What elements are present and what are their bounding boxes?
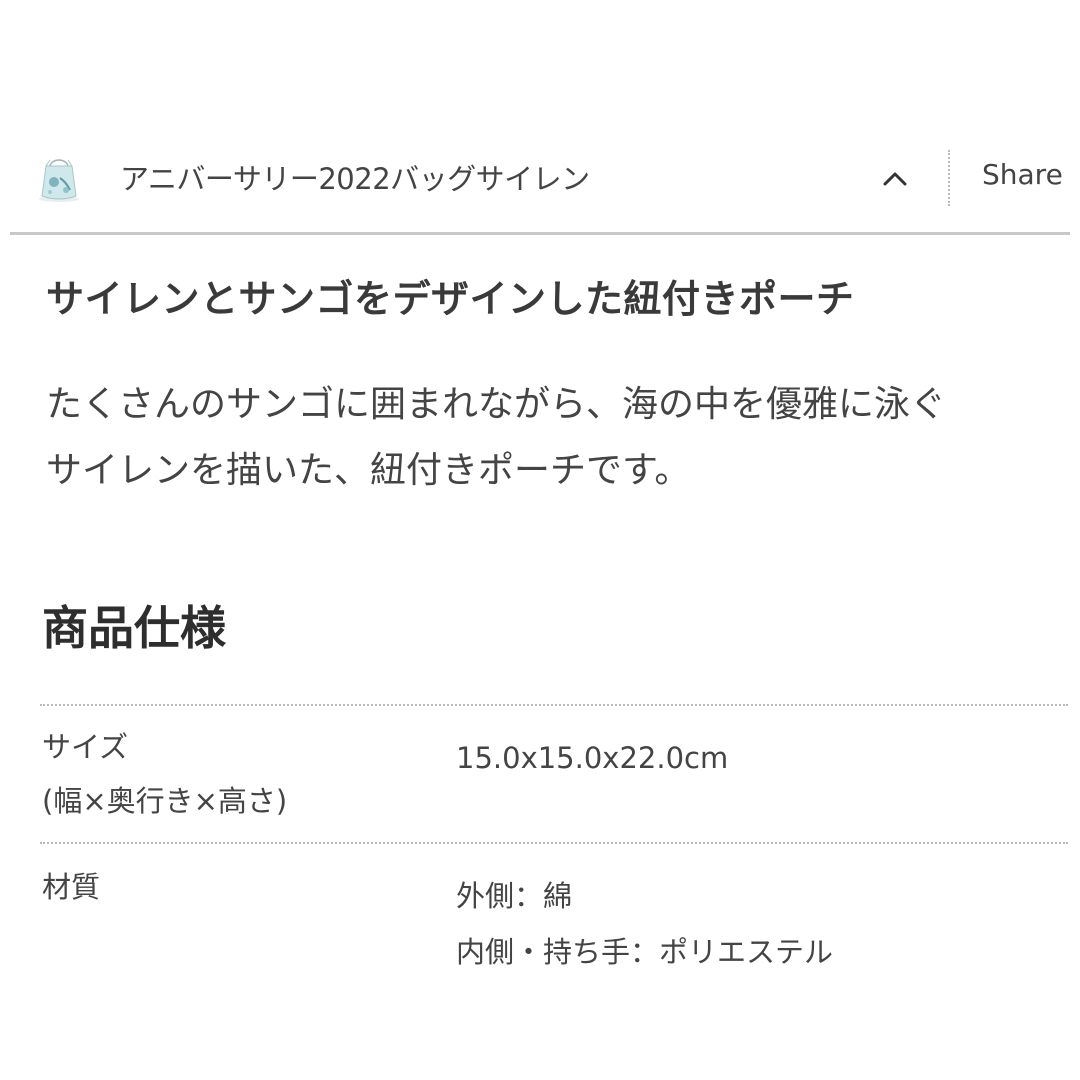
share-button[interactable]: Share	[982, 158, 1063, 191]
spec-label-line: サイズ	[42, 730, 129, 764]
spec-value: 15.0x15.0x22.0cm	[456, 730, 728, 786]
product-header-bar: アニバーサリー2022バッグサイレン Share	[10, 140, 1070, 235]
description-line: サイレンを描いた、紐付きポーチです。	[46, 450, 691, 491]
spec-label-line: (幅×奥行き×高さ)	[42, 784, 288, 818]
header-divider	[948, 150, 950, 206]
product-description: たくさんのサンゴに囲まれながら、海の中を優雅に泳ぐ サイレンを描いた、紐付きポー…	[46, 372, 1046, 504]
spec-table: サイズ (幅×奥行き×高さ) 15.0x15.0x22.0cm 材質 外側：綿 …	[40, 704, 1068, 984]
product-title: アニバーサリー2022バッグサイレン	[120, 162, 590, 196]
collapse-button[interactable]	[870, 154, 920, 204]
pouch-thumbnail-icon[interactable]	[32, 152, 86, 206]
spec-value-line: 15.0x15.0x22.0cm	[456, 741, 729, 775]
spec-label-line: 材質	[42, 870, 101, 904]
spec-row-material: 材質 外側：綿 内側・持ち手：ポリエステル	[40, 842, 1068, 984]
spec-row-size: サイズ (幅×奥行き×高さ) 15.0x15.0x22.0cm	[40, 704, 1068, 842]
chevron-up-icon	[883, 172, 907, 186]
spec-value: 外側：綿 内側・持ち手：ポリエステル	[456, 868, 833, 980]
spec-value-line: 内側・持ち手：ポリエステル	[456, 935, 834, 969]
description-line: たくさんのサンゴに囲まれながら、海の中を優雅に泳ぐ	[46, 384, 947, 425]
spec-section-title: 商品仕様	[42, 601, 226, 655]
spec-value-line: 外側：綿	[456, 879, 573, 913]
spec-label: サイズ (幅×奥行き×高さ)	[42, 720, 287, 828]
product-heading: サイレンとサンゴをデザインした紐付きポーチ	[46, 277, 855, 321]
spec-label: 材質	[42, 860, 100, 914]
